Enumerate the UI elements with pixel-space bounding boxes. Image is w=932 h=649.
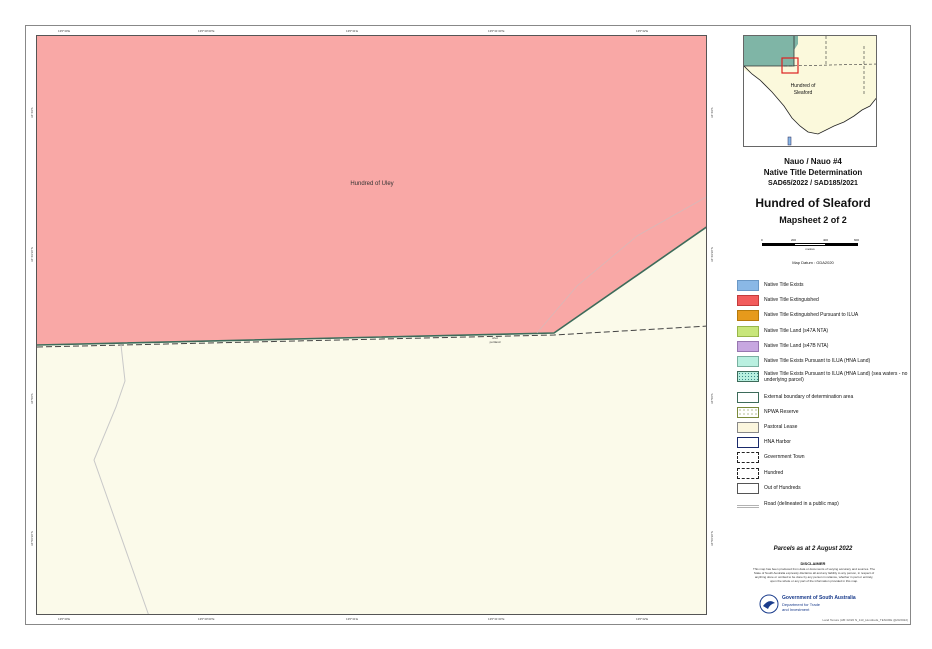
- top-tick-5: 135°32'E: [636, 29, 649, 33]
- legend-label: Pastoral Lease: [764, 424, 798, 430]
- legend-label: Road (delineated in a public map): [764, 501, 839, 507]
- legend-label: NPWA Reserve: [764, 409, 799, 415]
- map-datum: Map Datum : GDA2020: [792, 260, 834, 265]
- title-project: Nauo / Nauo #4: [784, 157, 842, 166]
- right-tick-2: 34°49'30"S: [710, 247, 714, 262]
- legend-pastoral-lease: Pastoral Lease: [737, 422, 907, 434]
- main-map[interactable]: Hundred of Uley shot portland: [36, 35, 707, 615]
- scale-seg-2: [794, 243, 826, 246]
- legend-label: Out of Hundreds: [764, 485, 801, 491]
- legend-s47a: Native Title Land (s47A NTA): [737, 326, 907, 338]
- scale-seg-1: [762, 243, 794, 246]
- left-tick-1: 34°49'S: [30, 107, 34, 118]
- inset-island: [787, 136, 792, 146]
- scale-bar: 0 200 400 600 metres: [761, 238, 860, 252]
- scale-seg-3: [826, 243, 858, 246]
- legend-swatch: [737, 468, 759, 479]
- legend-swatch: [737, 371, 759, 382]
- bottom-tick-5: 135°32'E: [636, 617, 649, 621]
- title-hundred: Hundred of Sleaford: [755, 196, 871, 210]
- legend-extinguished-ilua: Native Title Extinguished Pursuant to IL…: [737, 310, 907, 322]
- label-hundred-of-uley: Hundred of Uley: [350, 181, 394, 187]
- bottom-tick-1: 135°30'E: [58, 617, 71, 621]
- legend-label: Native Title Exists Pursuant to ILUA (HN…: [764, 358, 871, 364]
- top-tick-1: 135°30'E: [58, 29, 71, 33]
- scale-label-0: 0: [761, 238, 763, 242]
- piping-shrike-emblem-icon: [759, 594, 779, 614]
- legend-label: Hundred: [764, 470, 784, 476]
- inset-label: Hundred of Sleaford: [790, 83, 816, 96]
- right-tick-1: 34°49'S: [710, 107, 714, 118]
- legend-swatch: [737, 280, 759, 291]
- legend-swatch: [737, 452, 759, 463]
- legend-swatch: [737, 407, 759, 418]
- legend-swatch: [737, 295, 759, 306]
- title-case-numbers: SAD65/2022 / SAD185/2021: [768, 180, 858, 187]
- locator-inset-map[interactable]: Hundred of Sleaford: [743, 35, 877, 147]
- title-determination: Native Title Determination: [763, 168, 863, 177]
- bottom-tick-4: 135°31'30"E: [488, 617, 505, 621]
- legend-swatch: [737, 310, 759, 321]
- main-map-svg: [37, 36, 706, 614]
- disclaimer-text: This map has been produced from data or …: [752, 567, 875, 583]
- legend-external-boundary: External boundary of determination area: [737, 392, 907, 404]
- road-symbol-icon: [737, 505, 759, 508]
- legend-swatch: [737, 341, 759, 352]
- parcels-date-note: Parcels as at 2 August 2022: [773, 546, 853, 552]
- map-info-panel: Hundred of Sleaford Nauo / Nauo #4 Nativ…: [718, 28, 908, 624]
- right-tick-3: 34°50'S: [710, 393, 714, 404]
- inset-determination-area: [744, 36, 798, 66]
- legend-label: Native Title Exists: [764, 282, 804, 288]
- bottom-tick-3: 135°31'E: [346, 617, 359, 621]
- legend-hundred: Hundred: [737, 468, 907, 480]
- scale-label-600: 600: [854, 238, 860, 242]
- legend-government-town: Government Town: [737, 452, 907, 464]
- top-tick-2: 135°30'30"E: [198, 29, 215, 33]
- legend-swatch: [737, 326, 759, 337]
- legend-label: HNA Harbor: [764, 439, 791, 445]
- legend-swatch: [737, 392, 759, 403]
- right-tick-4: 34°50'30"S: [710, 531, 714, 546]
- left-tick-3: 34°50'S: [30, 393, 34, 404]
- legend-hna-land: Native Title Exists Pursuant to ILUA (HN…: [737, 356, 907, 368]
- legend-out-of-hundreds: Out of Hundreds: [737, 483, 907, 495]
- legend-npwa-reserve: NPWA Reserve: [737, 407, 907, 419]
- legend-hna-sea: Native Title Exists Pursuant to ILUA (HN…: [737, 371, 907, 387]
- legend-label: Native Title Extinguished Pursuant to IL…: [764, 312, 859, 318]
- legend-native-title-exists: Native Title Exists: [737, 280, 907, 292]
- legend-native-title-extinguished: Native Title Extinguished: [737, 295, 907, 307]
- top-tick-3: 135°31'E: [346, 29, 359, 33]
- logo-government: Government of South Australia: [782, 595, 856, 601]
- title-mapsheet: Mapsheet 2 of 2: [779, 215, 847, 225]
- legend-swatch: [737, 499, 759, 510]
- scale-label-200: 200: [791, 238, 797, 242]
- legend-swatch: [737, 437, 759, 448]
- scale-unit: metres: [805, 247, 815, 251]
- top-tick-4: 135°31'30"E: [488, 29, 505, 33]
- legend-label: Government Town: [764, 454, 805, 460]
- legend-swatch: [737, 422, 759, 433]
- government-logo: Government of South Australia Department…: [759, 594, 879, 616]
- scale-label-400: 400: [823, 238, 829, 242]
- legend-hna-harbor: HNA Harbor: [737, 437, 907, 449]
- legend-label: Native Title Land (s47A NTA): [764, 328, 829, 334]
- legend-label: Native Title Land (s47B NTA): [764, 343, 829, 349]
- disclaimer-title: DISCLAIMER: [800, 561, 826, 566]
- legend-label: Native Title Extinguished: [764, 297, 819, 303]
- legend-swatch: [737, 483, 759, 494]
- map-footer-reference: Land Tenure (AB: 02/20 N_113_Hundreds_TE…: [822, 618, 909, 622]
- logo-department-line2: and Investment: [782, 607, 810, 612]
- left-tick-2: 34°49'30"S: [30, 247, 34, 262]
- bottom-tick-2: 135°30'30"E: [198, 617, 215, 621]
- legend-road: Road (delineated in a public map): [737, 499, 907, 511]
- legend-swatch: [737, 356, 759, 367]
- legend-s47b: Native Title Land (s47B NTA): [737, 341, 907, 353]
- legend-label: Native Title Exists Pursuant to ILUA (HN…: [764, 371, 908, 383]
- legend-label: External boundary of determination area: [764, 394, 854, 400]
- label-small-portland: portland: [489, 340, 501, 344]
- left-tick-4: 34°50'30"S: [30, 531, 34, 546]
